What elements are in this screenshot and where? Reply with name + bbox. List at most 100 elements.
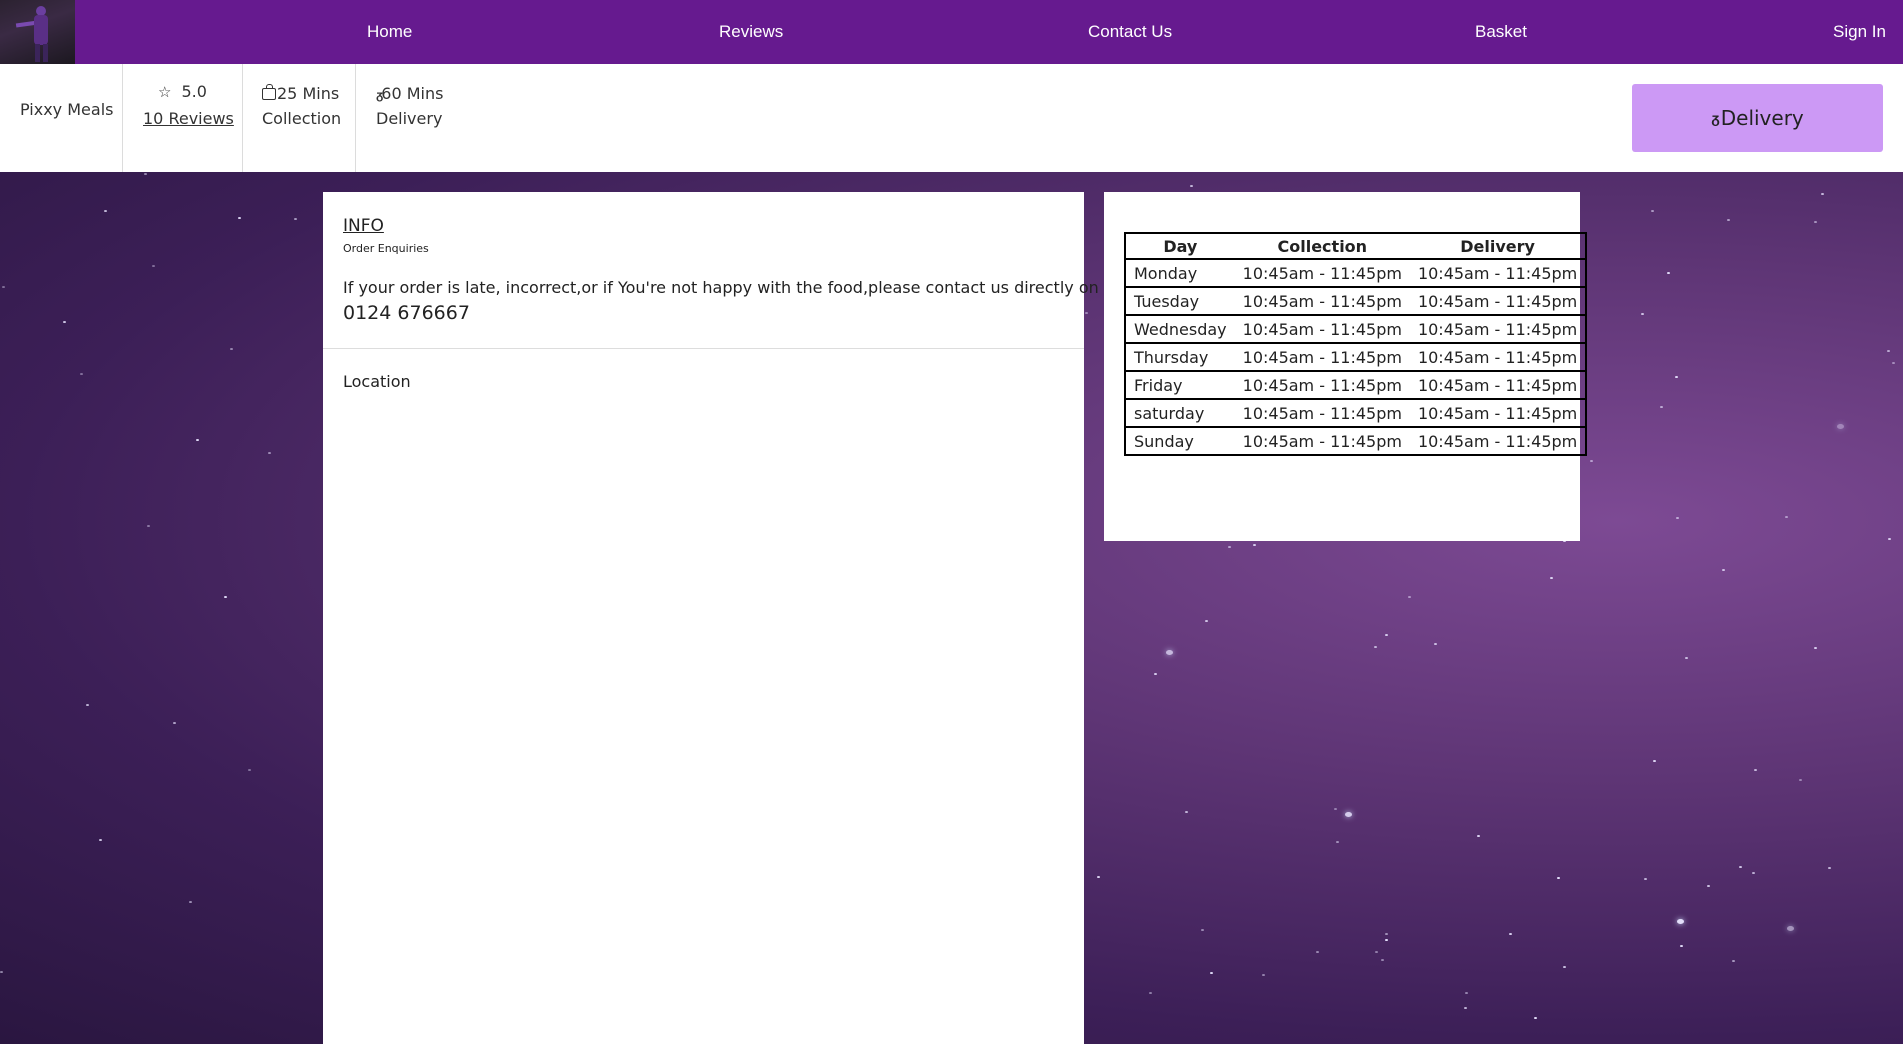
star-speck [152, 265, 155, 267]
star-speck [1097, 876, 1100, 878]
star-speck [1667, 272, 1670, 274]
nav-sign-in-link[interactable]: Sign In [1833, 0, 1886, 64]
star-speck [1190, 185, 1193, 187]
star-speck [1557, 877, 1560, 879]
info-title: INFO [343, 216, 384, 236]
location-label: Location [343, 372, 411, 391]
nav-home-link[interactable]: Home [367, 0, 412, 64]
star-speck [1336, 841, 1339, 843]
star-icon: ☆ [158, 83, 172, 101]
table-row: Wednesday 10:45am - 11:45pm 10:45am - 11… [1125, 315, 1587, 344]
delivery-button-label: Delivery [1720, 106, 1804, 130]
star-speck [1253, 544, 1256, 546]
star-speck [1262, 974, 1265, 976]
star-speck [1154, 673, 1157, 675]
star-speck [86, 704, 89, 706]
delivery-cell: 10:45am - 11:45pm [1409, 371, 1587, 400]
info-bar-divider [122, 64, 123, 172]
star-speck [1675, 376, 1678, 378]
star-speck [1228, 546, 1231, 548]
star-speck [1888, 538, 1891, 540]
star-speck [144, 173, 147, 175]
bag-icon [262, 84, 276, 100]
star-speck [1408, 596, 1411, 598]
star-speck [224, 596, 227, 598]
star-speck [1653, 760, 1656, 762]
star-speck [2, 286, 5, 288]
star-speck [1685, 657, 1688, 659]
star-speck [1892, 362, 1895, 364]
star-speck [1676, 517, 1679, 519]
info-card: INFO Order Enquiries If your order is la… [323, 192, 1099, 1044]
star-speck [80, 373, 83, 375]
star-speck [1732, 960, 1735, 962]
star-speck [1677, 919, 1684, 924]
star-speck [1641, 313, 1644, 315]
collection-label: Collection [262, 109, 342, 128]
day-cell: Sunday [1134, 431, 1194, 451]
star-speck [1205, 620, 1208, 622]
star-speck [99, 839, 102, 841]
star-speck [1375, 951, 1378, 953]
phone-number: 0124 676667 [343, 302, 470, 324]
star-speck [63, 321, 66, 323]
day-cell: Wednesday [1125, 315, 1235, 344]
star-speck [1166, 650, 1173, 655]
delivery-cell: 10:45am - 11:45pm [1409, 287, 1587, 316]
rating-value: 5.0 [181, 82, 207, 101]
table-row: saturday 10:45am - 11:45pm 10:45am - 11:… [1125, 399, 1587, 428]
info-bar-divider [355, 64, 356, 172]
info-text: If your order is late, incorrect,or if Y… [343, 278, 1099, 297]
table-row: Tuesday 10:45am - 11:45pm 10:45am - 11:4… [1125, 287, 1587, 316]
table-row: Thursday 10:45am - 11:45pm 10:45am - 11:… [1125, 343, 1587, 372]
table-header-row: Day Collection Delivery [1125, 233, 1587, 260]
nav-reviews-link[interactable]: Reviews [719, 0, 783, 64]
star-speck [1752, 872, 1755, 874]
star-speck [230, 348, 233, 350]
star-speck [1828, 867, 1831, 869]
star-speck [1374, 646, 1377, 648]
star-speck [1385, 634, 1388, 636]
star-speck [1590, 460, 1593, 462]
star-speck [1837, 424, 1844, 429]
star-speck [238, 217, 241, 219]
day-cell: Thursday [1125, 343, 1235, 372]
collection-cell: 10:45am - 11:45pm [1234, 371, 1410, 400]
star-speck [1799, 779, 1802, 781]
nav-contact-us-link[interactable]: Contact Us [1088, 0, 1172, 64]
collection-cell: 10:45am - 11:45pm [1234, 343, 1410, 372]
star-speck [248, 769, 251, 771]
day-cell: Friday [1125, 371, 1235, 400]
star-speck [1385, 933, 1388, 935]
star-speck [294, 218, 297, 220]
star-speck [1727, 219, 1730, 221]
star-speck [1085, 312, 1088, 314]
star-speck [1821, 193, 1824, 195]
star-speck [1465, 992, 1468, 994]
delivery-cell: 10:45am - 11:45pm [1409, 343, 1587, 372]
bike-icon: ᵹ [1711, 110, 1719, 127]
table-row: Friday 10:45am - 11:45pm 10:45am - 11:45… [1125, 371, 1587, 400]
star-speck [1210, 972, 1213, 974]
star-speck [1434, 643, 1437, 645]
delivery-label: Delivery [376, 109, 443, 128]
day-cell: saturday [1125, 399, 1235, 428]
star-speck [1464, 1007, 1467, 1009]
day-cell: Monday [1125, 259, 1235, 288]
delivery-cell: 10:45am - 11:45pm [1409, 399, 1587, 428]
restaurant-name: Pixxy Meals [20, 100, 114, 119]
collection-cell: 10:45am - 11:45pm [1234, 399, 1410, 428]
star-speck [1887, 350, 1890, 352]
star-speck [268, 452, 271, 454]
delivery-button[interactable]: ᵹ Delivery [1632, 84, 1883, 152]
star-speck [1201, 929, 1204, 931]
character-logo-icon[interactable] [0, 0, 75, 64]
star-speck [1509, 933, 1512, 935]
collection-cell: 10:45am - 11:45pm [1234, 259, 1410, 288]
nav-basket-link[interactable]: Basket [1475, 0, 1527, 64]
star-speck [1644, 878, 1647, 880]
table-header: Collection [1234, 233, 1410, 260]
reviews-link[interactable]: 10 Reviews [143, 109, 234, 128]
star-speck [196, 439, 199, 441]
info-bar-divider [242, 64, 243, 172]
